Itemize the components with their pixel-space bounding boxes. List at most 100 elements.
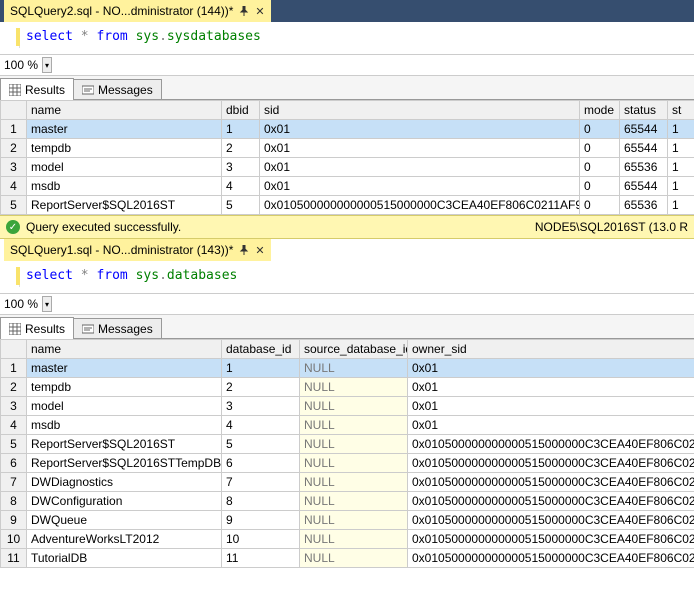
cell-source-database-id[interactable]: NULL — [300, 492, 408, 511]
results-grid-1[interactable]: name dbid sid mode status st 1master10x0… — [0, 100, 694, 215]
col-sid[interactable]: sid — [260, 101, 580, 120]
cell-name[interactable]: TutorialDB — [27, 549, 222, 568]
cell-status[interactable]: 65544 — [620, 177, 668, 196]
cell-owner-sid[interactable]: 0x010500000000000515000000C3CEA40EF806C0… — [408, 549, 694, 568]
sql-editor-2[interactable]: select * from sys.databases — [0, 261, 694, 293]
tab-results[interactable]: Results — [0, 78, 74, 100]
table-row[interactable]: 4msdb40x010655441 — [1, 177, 694, 196]
cell-owner-sid[interactable]: 0x010500000000000515000000C3CEA40EF806C0… — [408, 511, 694, 530]
cell-st[interactable]: 1 — [668, 120, 694, 139]
cell-name[interactable]: model — [27, 158, 222, 177]
pin-icon[interactable] — [239, 6, 249, 16]
rownum-cell[interactable]: 1 — [1, 359, 27, 378]
rownum-cell[interactable]: 8 — [1, 492, 27, 511]
zoom-dropdown[interactable]: ▾ — [42, 296, 52, 312]
table-row[interactable]: 7DWDiagnostics7NULL0x0105000000000005150… — [1, 473, 694, 492]
cell-source-database-id[interactable]: NULL — [300, 397, 408, 416]
cell-source-database-id[interactable]: NULL — [300, 511, 408, 530]
cell-dbid[interactable]: 2 — [222, 139, 260, 158]
cell-dbid[interactable]: 4 — [222, 177, 260, 196]
rownum-cell[interactable]: 7 — [1, 473, 27, 492]
cell-sid[interactable]: 0x010500000000000515000000C3CEA40EF806C0… — [260, 196, 580, 215]
rownum-cell[interactable]: 1 — [1, 120, 27, 139]
cell-mode[interactable]: 0 — [580, 120, 620, 139]
cell-database-id[interactable]: 10 — [222, 530, 300, 549]
table-row[interactable]: 2tempdb20x010655441 — [1, 139, 694, 158]
cell-database-id[interactable]: 7 — [222, 473, 300, 492]
cell-mode[interactable]: 0 — [580, 158, 620, 177]
rownum-cell[interactable]: 11 — [1, 549, 27, 568]
tab-messages[interactable]: Messages — [73, 79, 162, 99]
cell-owner-sid[interactable]: 0x01 — [408, 378, 694, 397]
cell-dbid[interactable]: 5 — [222, 196, 260, 215]
cell-owner-sid[interactable]: 0x01 — [408, 397, 694, 416]
col-name[interactable]: name — [27, 340, 222, 359]
cell-owner-sid[interactable]: 0x010500000000000515000000C3CEA40EF806C0… — [408, 492, 694, 511]
cell-database-id[interactable]: 3 — [222, 397, 300, 416]
cell-name[interactable]: model — [27, 397, 222, 416]
cell-st[interactable]: 1 — [668, 139, 694, 158]
rownum-cell[interactable]: 9 — [1, 511, 27, 530]
cell-name[interactable]: DWQueue — [27, 511, 222, 530]
cell-owner-sid[interactable]: 0x010500000000000515000000C3CEA40EF806C0… — [408, 530, 694, 549]
rownum-cell[interactable]: 3 — [1, 158, 27, 177]
cell-owner-sid[interactable]: 0x01 — [408, 416, 694, 435]
cell-database-id[interactable]: 6 — [222, 454, 300, 473]
cell-st[interactable]: 1 — [668, 158, 694, 177]
cell-source-database-id[interactable]: NULL — [300, 530, 408, 549]
cell-mode[interactable]: 0 — [580, 139, 620, 158]
rownum-cell[interactable]: 2 — [1, 139, 27, 158]
cell-status[interactable]: 65536 — [620, 196, 668, 215]
cell-source-database-id[interactable]: NULL — [300, 435, 408, 454]
col-name[interactable]: name — [27, 101, 222, 120]
cell-sid[interactable]: 0x01 — [260, 158, 580, 177]
rownum-cell[interactable]: 5 — [1, 435, 27, 454]
col-mode[interactable]: mode — [580, 101, 620, 120]
table-row[interactable]: 1master1NULL0x01 — [1, 359, 694, 378]
cell-database-id[interactable]: 11 — [222, 549, 300, 568]
cell-database-id[interactable]: 4 — [222, 416, 300, 435]
cell-name[interactable]: master — [27, 359, 222, 378]
col-owner-sid[interactable]: owner_sid — [408, 340, 694, 359]
results-grid-2[interactable]: name database_id source_database_id owne… — [0, 339, 694, 568]
rownum-cell[interactable]: 5 — [1, 196, 27, 215]
table-row[interactable]: 8DWConfiguration8NULL0x01050000000000051… — [1, 492, 694, 511]
cell-sid[interactable]: 0x01 — [260, 120, 580, 139]
close-icon[interactable]: ✕ — [255, 5, 264, 18]
cell-owner-sid[interactable]: 0x010500000000000515000000C3CEA40EF806C0… — [408, 473, 694, 492]
cell-owner-sid[interactable]: 0x01 — [408, 359, 694, 378]
cell-mode[interactable]: 0 — [580, 196, 620, 215]
cell-database-id[interactable]: 8 — [222, 492, 300, 511]
cell-database-id[interactable]: 1 — [222, 359, 300, 378]
cell-name[interactable]: ReportServer$SQL2016ST — [27, 435, 222, 454]
cell-source-database-id[interactable]: NULL — [300, 454, 408, 473]
cell-source-database-id[interactable]: NULL — [300, 378, 408, 397]
table-row[interactable]: 11TutorialDB11NULL0x01050000000000051500… — [1, 549, 694, 568]
table-row[interactable]: 1master10x010655441 — [1, 120, 694, 139]
table-row[interactable]: 4msdb4NULL0x01 — [1, 416, 694, 435]
cell-st[interactable]: 1 — [668, 177, 694, 196]
rownum-header[interactable] — [1, 340, 27, 359]
table-row[interactable]: 10AdventureWorksLT201210NULL0x0105000000… — [1, 530, 694, 549]
cell-status[interactable]: 65536 — [620, 158, 668, 177]
col-database-id[interactable]: database_id — [222, 340, 300, 359]
close-icon[interactable]: ✕ — [255, 244, 264, 257]
doc-tab-2[interactable]: SQLQuery1.sql - NO...dministrator (143))… — [4, 239, 271, 261]
cell-status[interactable]: 65544 — [620, 139, 668, 158]
cell-database-id[interactable]: 5 — [222, 435, 300, 454]
table-row[interactable]: 9DWQueue9NULL0x010500000000000515000000C… — [1, 511, 694, 530]
cell-database-id[interactable]: 2 — [222, 378, 300, 397]
col-status[interactable]: status — [620, 101, 668, 120]
rownum-cell[interactable]: 3 — [1, 397, 27, 416]
cell-source-database-id[interactable]: NULL — [300, 473, 408, 492]
table-row[interactable]: 2tempdb2NULL0x01 — [1, 378, 694, 397]
table-row[interactable]: 3model30x010655361 — [1, 158, 694, 177]
table-row[interactable]: 5ReportServer$SQL2016ST5NULL0x0105000000… — [1, 435, 694, 454]
cell-name[interactable]: master — [27, 120, 222, 139]
tab-results[interactable]: Results — [0, 317, 74, 339]
cell-name[interactable]: ReportServer$SQL2016ST — [27, 196, 222, 215]
cell-source-database-id[interactable]: NULL — [300, 416, 408, 435]
table-row[interactable]: 3model3NULL0x01 — [1, 397, 694, 416]
doc-tab-1[interactable]: SQLQuery2.sql - NO...dministrator (144))… — [4, 0, 271, 22]
rownum-cell[interactable]: 6 — [1, 454, 27, 473]
